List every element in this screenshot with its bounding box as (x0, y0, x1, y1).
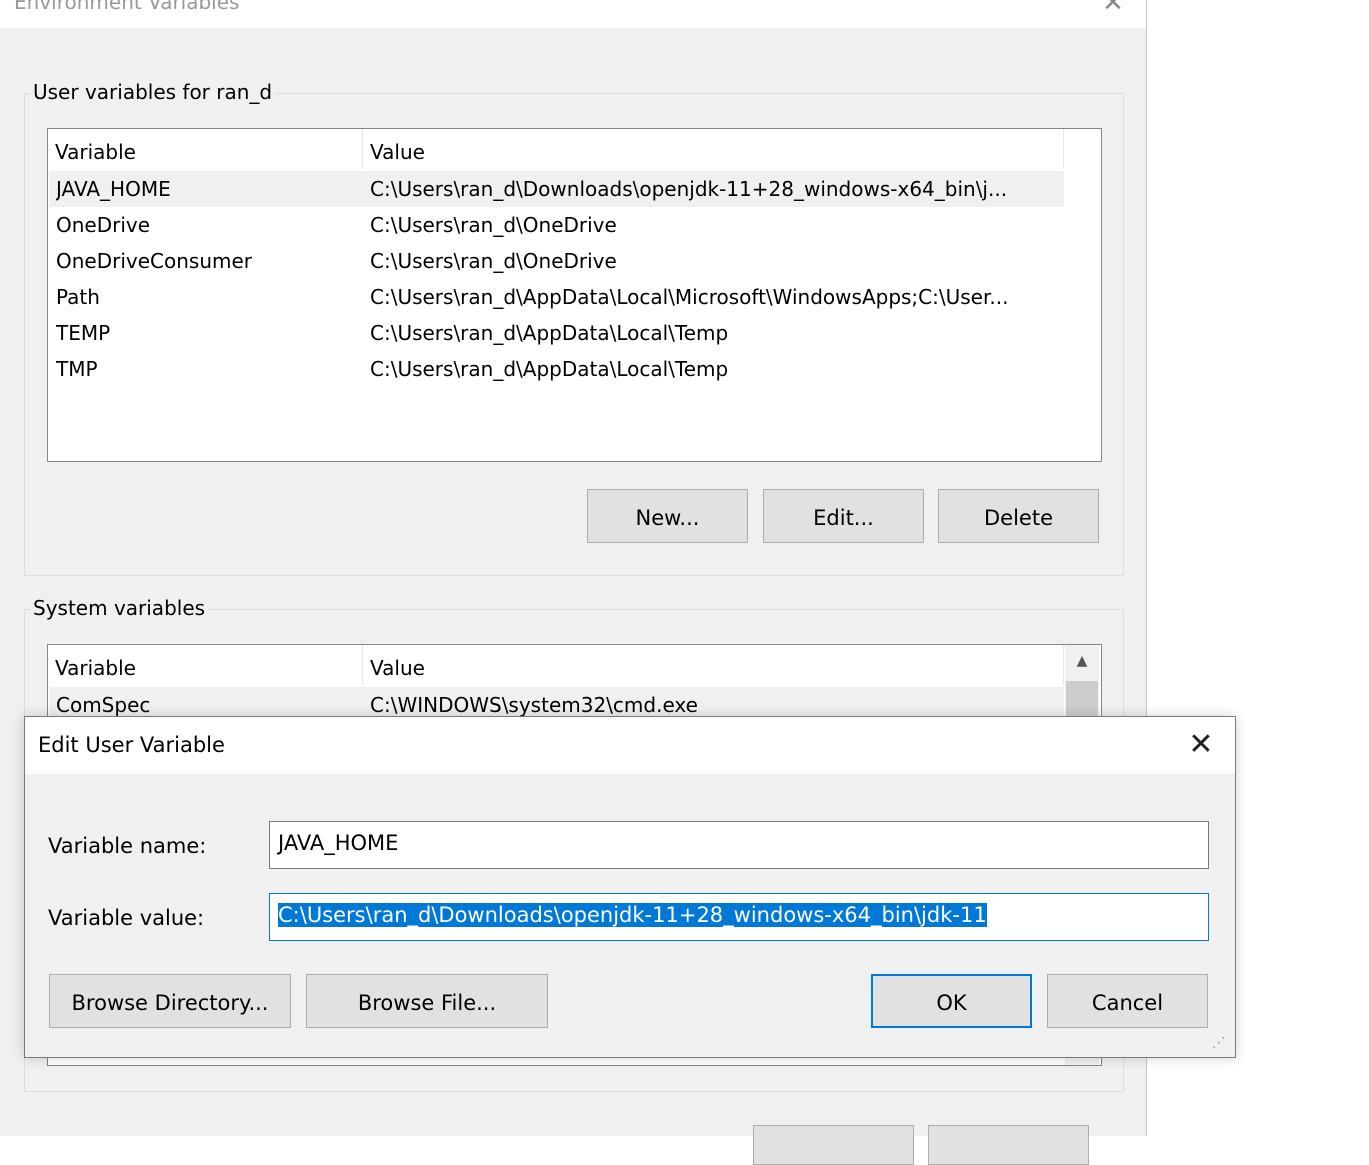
variable-name-label: Variable name: (48, 834, 207, 858)
column-header-value[interactable]: Value (363, 129, 1064, 169)
edit-user-variable-button[interactable]: Edit... (763, 489, 924, 543)
table-row[interactable]: TEMP C:\Users\ran_d\AppData\Local\Temp (49, 315, 1064, 351)
row-value: C:\Users\ran_d\OneDrive (370, 213, 617, 237)
variable-value-label: Variable value: (48, 906, 205, 930)
row-variable: TEMP (56, 321, 111, 345)
edit-dialog-title: Edit User Variable (38, 733, 225, 757)
row-variable: TMP (56, 357, 98, 381)
table-row[interactable]: OneDriveConsumer C:\Users\ran_d\OneDrive (49, 243, 1064, 279)
row-variable: OneDrive (56, 213, 151, 237)
list-header: Variable Value (48, 645, 1064, 685)
column-header-variable[interactable]: Variable (48, 129, 363, 169)
env-cancel-button[interactable] (928, 1125, 1089, 1165)
browse-file-button[interactable]: Browse File... (306, 974, 548, 1028)
list-header: Variable Value (48, 129, 1064, 169)
new-user-variable-button[interactable]: New... (587, 489, 748, 543)
row-variable: OneDriveConsumer (56, 249, 253, 273)
row-value: C:\Users\ran_d\AppData\Local\Temp (370, 357, 729, 381)
row-variable: JAVA_HOME (56, 177, 171, 201)
row-value: C:\Users\ran_d\AppData\Local\Microsoft\W… (370, 285, 1009, 309)
browse-directory-button[interactable]: Browse Directory... (49, 974, 291, 1028)
column-header-value[interactable]: Value (363, 645, 1064, 685)
variable-value-input[interactable]: C:\Users\ran_d\Downloads\openjdk-11+28_w… (269, 893, 1209, 941)
close-icon[interactable]: ✕ (1098, 0, 1128, 20)
table-row[interactable]: OneDrive C:\Users\ran_d\OneDrive (49, 207, 1064, 243)
delete-user-variable-button[interactable]: Delete (938, 489, 1099, 543)
chevron-up-icon[interactable]: ▲ (1065, 653, 1099, 673)
scrollbar-thumb[interactable] (1066, 681, 1098, 721)
env-window-title: Environment Variables (14, 0, 240, 14)
env-ok-button[interactable] (753, 1125, 914, 1165)
table-row[interactable]: Path C:\Users\ran_d\AppData\Local\Micros… (49, 279, 1064, 315)
edit-user-variable-dialog: Edit User Variable ✕ Variable name: JAVA… (24, 716, 1236, 1058)
ok-button[interactable]: OK (871, 974, 1032, 1028)
variable-name-input[interactable]: JAVA_HOME (269, 821, 1209, 869)
close-icon[interactable]: ✕ (1183, 727, 1219, 763)
variable-name-text: JAVA_HOME (278, 831, 399, 855)
row-value: C:\Users\ran_d\Downloads\openjdk-11+28_w… (370, 177, 1008, 201)
resize-grip-icon[interactable]: ⋰ (1212, 1035, 1226, 1051)
cancel-button[interactable]: Cancel (1047, 974, 1208, 1028)
variable-value-text: C:\Users\ran_d\Downloads\openjdk-11+28_w… (278, 903, 987, 927)
table-row[interactable]: TMP C:\Users\ran_d\AppData\Local\Temp (49, 351, 1064, 387)
system-variables-label: System variables (30, 596, 209, 620)
row-value: C:\Users\ran_d\OneDrive (370, 249, 617, 273)
column-header-variable[interactable]: Variable (48, 645, 363, 685)
env-titlebar: Environment Variables ✕ (0, 0, 1146, 28)
user-variables-list[interactable]: Variable Value JAVA_HOME C:\Users\ran_d\… (47, 128, 1102, 462)
user-variables-label: User variables for ran_d (30, 80, 276, 104)
edit-dialog-titlebar: Edit User Variable ✕ (25, 717, 1235, 774)
row-variable: Path (56, 285, 100, 309)
table-row[interactable]: JAVA_HOME C:\Users\ran_d\Downloads\openj… (49, 171, 1064, 207)
row-value: C:\Users\ran_d\AppData\Local\Temp (370, 321, 729, 345)
